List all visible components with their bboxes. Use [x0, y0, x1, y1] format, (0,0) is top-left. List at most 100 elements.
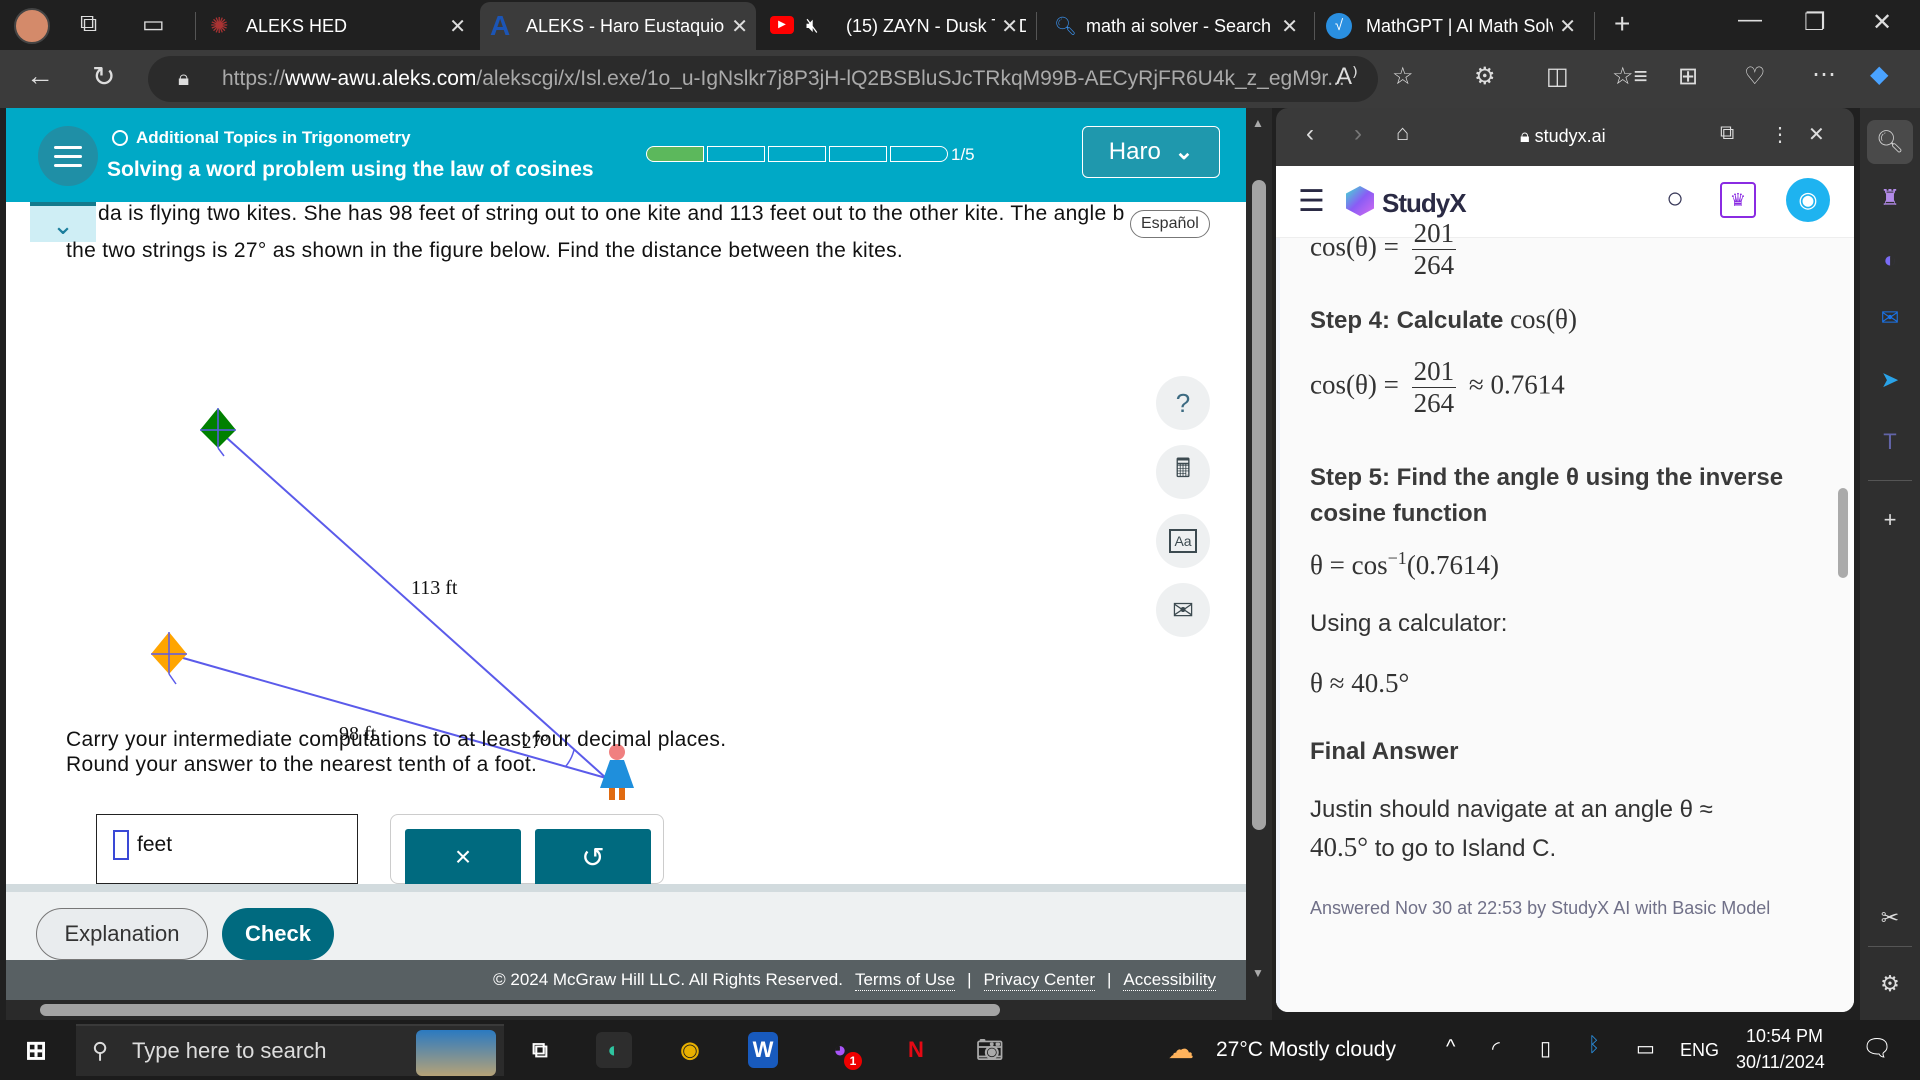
vertical-scrollbar[interactable]: ▲ ▼ — [1246, 108, 1272, 1020]
clock-time[interactable]: 10:54 PM — [1746, 1026, 1823, 1047]
dictionary-button[interactable]: Aa — [1156, 514, 1210, 568]
calculator-button[interactable]: 🖩︎ — [1156, 445, 1210, 499]
profile-avatar[interactable] — [14, 8, 50, 44]
close-tab-icon[interactable]: ✕ — [995, 13, 1018, 39]
check-button[interactable]: Check — [222, 908, 334, 960]
wifi-icon[interactable]: ◜ — [1492, 1036, 1500, 1061]
windows-start-icon[interactable]: ⊞ — [18, 1032, 54, 1068]
word-taskbar-icon[interactable]: W — [748, 1032, 778, 1068]
mascot-avatar[interactable]: ◉ — [1786, 178, 1830, 222]
sidepane-close-icon[interactable]: ✕ — [1808, 122, 1825, 147]
sidebar-settings-icon[interactable]: ⚙ — [1874, 968, 1906, 1000]
url-input[interactable]: 🔒︎ https://www-awu.aleks.com/alekscgi/x/… — [148, 56, 1378, 102]
chrome-taskbar-icon[interactable]: ◉ — [672, 1032, 708, 1068]
close-window-button[interactable]: ✕ — [1872, 8, 1892, 37]
teams-icon[interactable]: T — [1874, 426, 1906, 458]
tray-chevron-icon[interactable]: ^ — [1446, 1036, 1455, 1059]
weather-icon[interactable]: ☁ — [1168, 1034, 1194, 1065]
copilot-icon[interactable]: ◆ — [1870, 60, 1888, 89]
extensions-icon[interactable]: ⚙ — [1474, 62, 1496, 91]
refresh-button[interactable]: ↻ — [92, 60, 115, 93]
favorite-star-icon[interactable]: ☆ — [1392, 62, 1414, 91]
premium-crown-icon[interactable]: ♛ — [1720, 182, 1756, 218]
studyx-brand[interactable]: StudyX — [1382, 188, 1467, 219]
bluetooth-icon[interactable]: ᛒ — [1588, 1034, 1600, 1057]
netflix-taskbar-icon[interactable]: N — [898, 1032, 934, 1068]
explanation-button[interactable]: Explanation — [36, 908, 208, 960]
answer-input[interactable] — [113, 830, 129, 860]
open-in-new-tab-icon[interactable]: ⧉ — [1720, 122, 1734, 145]
privacy-link[interactable]: Privacy Center — [983, 970, 1095, 991]
terms-link[interactable]: Terms of Use — [854, 970, 956, 991]
espanol-button[interactable]: Español — [1130, 210, 1210, 238]
split-screen-icon[interactable]: ◫ — [1546, 62, 1569, 91]
scroll-down-arrow[interactable]: ▼ — [1252, 966, 1264, 980]
collapse-chevron-button[interactable]: ⌄ — [30, 202, 96, 242]
muted-speaker-icon[interactable]: 🔇︎ — [806, 15, 819, 38]
scroll-up-arrow[interactable]: ▲ — [1252, 116, 1264, 130]
tab-title: math ai solver - Search — [1086, 15, 1272, 36]
accessibility-link[interactable]: Accessibility — [1123, 970, 1216, 991]
tab-actions-icon[interactable]: ▭ — [142, 10, 165, 39]
sidepane-forward-icon[interactable]: › — [1354, 120, 1362, 148]
studyx-search-icon[interactable]: ○ — [1666, 182, 1684, 216]
eq-num: 201 — [1411, 218, 1457, 250]
more-menu-icon[interactable]: ⋯ — [1812, 60, 1836, 89]
add-sidebar-app-icon[interactable]: + — [1874, 504, 1906, 536]
tab-bing-search[interactable]: 🔍︎ math ai solver - Search ✕ — [1044, 6, 1306, 46]
tab-aleks-hed[interactable]: ✺ ALEKS HED ✕ — [206, 6, 474, 46]
mail-button[interactable]: ✉︎ — [1156, 583, 1210, 637]
tab-mathgpt[interactable]: √ MathGPT | AI Math Solver ✕ — [1322, 6, 1584, 46]
vertical-scroll-thumb[interactable] — [1252, 180, 1266, 830]
new-tab-button[interactable]: + — [1614, 8, 1630, 40]
sidepane-url[interactable]: 🔒︎ studyx.ai — [1520, 126, 1606, 147]
screenshot-icon[interactable]: ✂ — [1874, 902, 1906, 934]
minimize-button[interactable]: — — [1738, 6, 1762, 34]
language-indicator[interactable]: ENG — [1680, 1040, 1719, 1061]
sidepane-more-icon[interactable]: ⋮ — [1770, 122, 1790, 147]
read-aloud-icon[interactable]: A⁾ — [1336, 62, 1358, 91]
camera-taskbar-icon[interactable]: 📷︎ — [972, 1032, 1008, 1068]
taskbar-search[interactable]: ⚲ Type here to search — [76, 1024, 504, 1076]
outlook-icon[interactable]: ✉ — [1874, 302, 1906, 334]
notifications-icon[interactable]: 🗨︎ — [1862, 1034, 1892, 1063]
help-button[interactable]: ? — [1156, 376, 1210, 430]
eq-rhs: ≈ 0.7614 — [1468, 369, 1565, 400]
tab-youtube[interactable]: ▶ 🔇︎ (15) ZAYN - Dusk Till Dawn ✕ — [764, 6, 1026, 46]
close-tab-icon[interactable]: ✕ — [731, 14, 748, 39]
weather-text[interactable]: 27°C Mostly cloudy — [1216, 1038, 1396, 1062]
favorites-icon[interactable]: ☆≡ — [1612, 62, 1648, 91]
clock-date[interactable]: 30/11/2024 — [1736, 1052, 1825, 1073]
close-tab-icon[interactable]: ✕ — [449, 14, 466, 39]
messenger-taskbar-icon[interactable]: ◕ 1 — [822, 1032, 862, 1070]
clear-button[interactable]: × — [405, 829, 521, 885]
undo-button[interactable]: ↺ — [535, 829, 651, 885]
sidepane-back-icon[interactable]: ‹ — [1306, 120, 1314, 148]
content-scroll-thumb[interactable] — [1838, 488, 1848, 578]
sidepane-home-icon[interactable]: ⌂ — [1396, 120, 1409, 146]
back-button[interactable]: ← — [26, 60, 54, 92]
browser-essentials-icon[interactable]: ♡ — [1744, 62, 1766, 91]
meet-icon[interactable]: ▯ — [1540, 1036, 1551, 1061]
menu-button[interactable] — [38, 126, 98, 186]
battery-icon[interactable]: ▭ — [1636, 1036, 1655, 1061]
collections-icon[interactable]: ⊞ — [1678, 62, 1698, 91]
workspaces-icon[interactable]: ⧉ — [80, 10, 97, 38]
studyx-menu-icon[interactable]: ☰ — [1298, 184, 1325, 219]
user-menu-button[interactable]: Haro ⌄ — [1082, 126, 1220, 178]
horizontal-scroll-thumb[interactable] — [40, 1004, 1000, 1016]
topic-text: Additional Topics in Trigonometry — [136, 128, 411, 147]
edge-taskbar-icon[interactable]: ◐ — [596, 1032, 632, 1068]
sidebar-search-icon[interactable]: 🔍︎ — [1867, 120, 1913, 164]
task-view-icon[interactable]: ⧉ — [522, 1032, 558, 1068]
copilot-sidebar-icon[interactable]: ◐ — [1874, 244, 1906, 276]
eq-arccos: θ = cos−1(0.7614) — [1310, 548, 1499, 581]
close-tab-icon[interactable]: ✕ — [1281, 14, 1298, 39]
horizontal-scrollbar[interactable] — [6, 1000, 1246, 1020]
telegram-icon[interactable]: ➤ — [1874, 364, 1906, 396]
games-icon[interactable]: ♜ — [1874, 182, 1906, 214]
answer-input-box[interactable]: feet — [96, 814, 358, 884]
tab-aleks-active[interactable]: A ALEKS - Haro Eustaquio ✕ — [480, 2, 756, 50]
restore-button[interactable]: ❐ — [1804, 8, 1826, 37]
close-tab-icon[interactable]: ✕ — [1553, 13, 1576, 39]
